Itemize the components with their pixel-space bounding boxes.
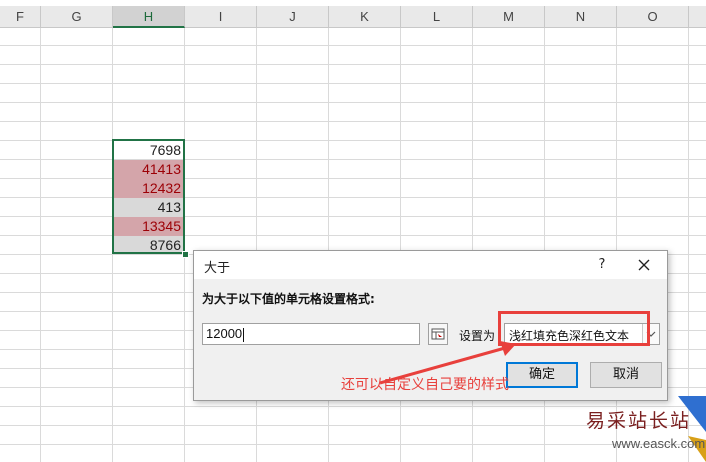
cancel-button[interactable]: 取消 bbox=[590, 362, 662, 388]
column-header-h[interactable]: H bbox=[113, 6, 185, 28]
column-header-g[interactable]: G bbox=[41, 6, 113, 28]
value-input-text: 12000 bbox=[206, 326, 243, 341]
column-header-m[interactable]: M bbox=[473, 6, 545, 28]
column-header-n[interactable]: N bbox=[545, 6, 617, 28]
text-caret bbox=[243, 327, 245, 342]
close-icon[interactable] bbox=[634, 255, 654, 275]
help-button[interactable]: ? bbox=[594, 255, 610, 275]
value-input[interactable]: 12000 bbox=[202, 323, 420, 345]
ok-button[interactable]: 确定 bbox=[506, 362, 578, 388]
format-select[interactable]: 浅红填充色深红色文本 bbox=[504, 323, 660, 345]
cell-h6[interactable]: 8766 bbox=[113, 236, 184, 255]
cell-h5[interactable]: 13345 bbox=[113, 217, 184, 236]
column-header-row: F G H I J K L M N O bbox=[0, 6, 706, 28]
column-header-o[interactable]: O bbox=[617, 6, 689, 28]
column-header-j[interactable]: J bbox=[257, 6, 329, 28]
cell-h2[interactable]: 41413 bbox=[113, 160, 184, 179]
fill-handle[interactable] bbox=[182, 251, 189, 258]
column-header-f[interactable]: F bbox=[0, 6, 41, 28]
watermark-text: 易采站长站 bbox=[586, 410, 692, 432]
column-header-i[interactable]: I bbox=[185, 6, 257, 28]
dialog-title-bar[interactable]: 大于 ? bbox=[194, 251, 667, 279]
dialog-title: 大于 bbox=[204, 261, 231, 276]
cell-h1[interactable]: 7698 bbox=[113, 141, 184, 160]
cell-h4[interactable]: 413 bbox=[113, 198, 184, 217]
format-select-value: 浅红填充色深红色文本 bbox=[509, 329, 630, 343]
column-header-l[interactable]: L bbox=[401, 6, 473, 28]
annotation-text: 还可以自定义自己要的样式 bbox=[341, 377, 509, 393]
chevron-down-icon[interactable] bbox=[642, 324, 659, 344]
cell-h3[interactable]: 12432 bbox=[113, 179, 184, 198]
watermark: 易采站长站 www.easck.com bbox=[560, 392, 706, 462]
watermark-url: www.easck.com bbox=[612, 436, 706, 451]
column-header-k[interactable]: K bbox=[329, 6, 401, 28]
dialog-prompt: 为大于以下值的单元格设置格式: bbox=[202, 292, 375, 306]
set-as-label: 设置为 bbox=[459, 329, 496, 343]
range-selector-icon[interactable] bbox=[428, 323, 448, 345]
